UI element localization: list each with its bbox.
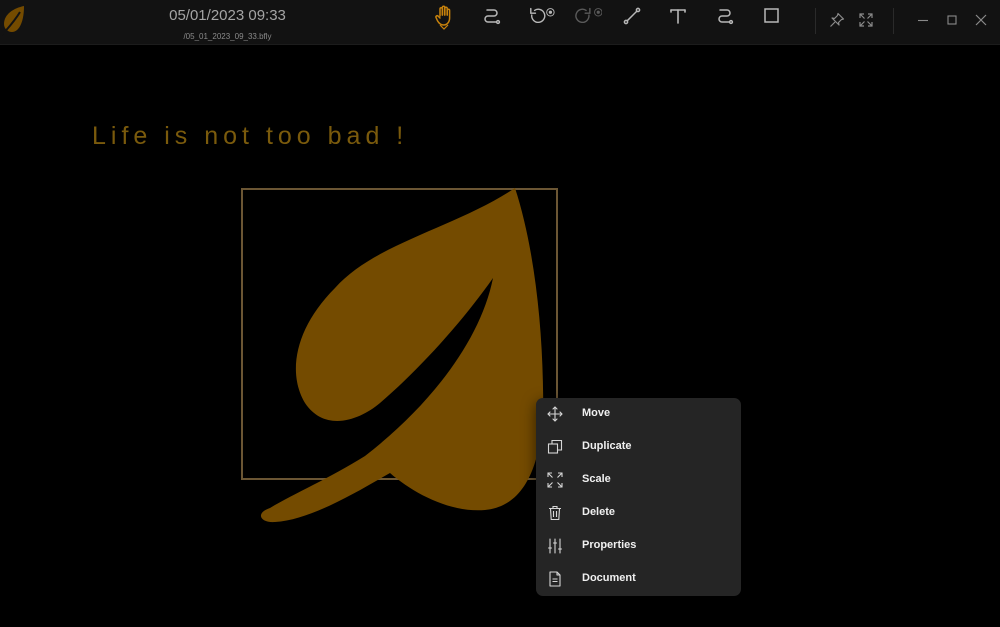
pen-tool-button[interactable]	[477, 4, 505, 28]
menu-label-delete: Delete	[582, 506, 615, 518]
title-bar: 05/01/2023 09:33 /05_01_2023_09_33.bfly	[0, 0, 1000, 45]
undo-tool-button[interactable]	[528, 4, 556, 28]
window-separator	[893, 8, 894, 34]
text-tool-button[interactable]	[664, 4, 692, 28]
rectangle-icon	[763, 7, 781, 25]
drawing-canvas[interactable]: Life is not too bad ! Move Duplicate	[0, 45, 1000, 627]
menu-label-move: Move	[582, 407, 610, 419]
scale-icon	[547, 472, 563, 488]
trash-icon	[547, 505, 563, 521]
fullscreen-icon	[859, 13, 873, 27]
undo-icon	[528, 6, 556, 26]
menu-label-properties: Properties	[582, 539, 636, 551]
redo-tool-button[interactable]	[574, 4, 602, 28]
document-title: 05/01/2023 09:33	[150, 7, 305, 24]
leaf-logo-icon[interactable]	[0, 4, 26, 36]
pin-icon	[829, 12, 845, 28]
close-button[interactable]	[968, 8, 994, 32]
document-icon	[547, 571, 563, 587]
line-icon	[623, 7, 641, 25]
maximize-icon	[946, 14, 958, 26]
menu-item-delete[interactable]: Delete	[536, 497, 741, 530]
close-icon	[975, 14, 987, 26]
menu-item-move[interactable]: Move	[536, 398, 741, 431]
move-icon	[547, 406, 563, 422]
text-icon	[669, 7, 687, 25]
maximize-button[interactable]	[939, 8, 965, 32]
path-icon	[715, 7, 735, 25]
minimize-icon	[917, 14, 929, 26]
sliders-icon	[547, 538, 563, 554]
menu-label-scale: Scale	[582, 473, 611, 485]
menu-label-duplicate: Duplicate	[582, 440, 632, 452]
redo-icon	[574, 6, 602, 26]
menu-item-scale[interactable]: Scale	[536, 464, 741, 497]
line-tool-button[interactable]	[618, 4, 646, 28]
pin-button[interactable]	[824, 8, 850, 32]
menu-label-document: Document	[582, 572, 636, 584]
canvas-text-object[interactable]: Life is not too bad !	[92, 122, 408, 151]
menu-item-duplicate[interactable]: Duplicate	[536, 431, 741, 464]
fullscreen-button[interactable]	[853, 8, 879, 32]
menu-item-properties[interactable]: Properties	[536, 530, 741, 563]
pen-stroke-icon	[481, 7, 501, 25]
rectangle-tool-button[interactable]	[758, 4, 786, 28]
path-tool-button[interactable]	[711, 4, 739, 28]
active-tool-indicator	[439, 24, 449, 30]
duplicate-icon	[547, 439, 563, 455]
context-menu: Move Duplicate Scale Delete	[536, 398, 741, 596]
minimize-button[interactable]	[910, 8, 936, 32]
toolbar-separator	[815, 8, 816, 34]
document-filename: /05_01_2023_09_33.bfly	[150, 32, 305, 41]
leaf-shape[interactable]	[255, 188, 555, 528]
menu-item-document[interactable]: Document	[536, 563, 741, 596]
